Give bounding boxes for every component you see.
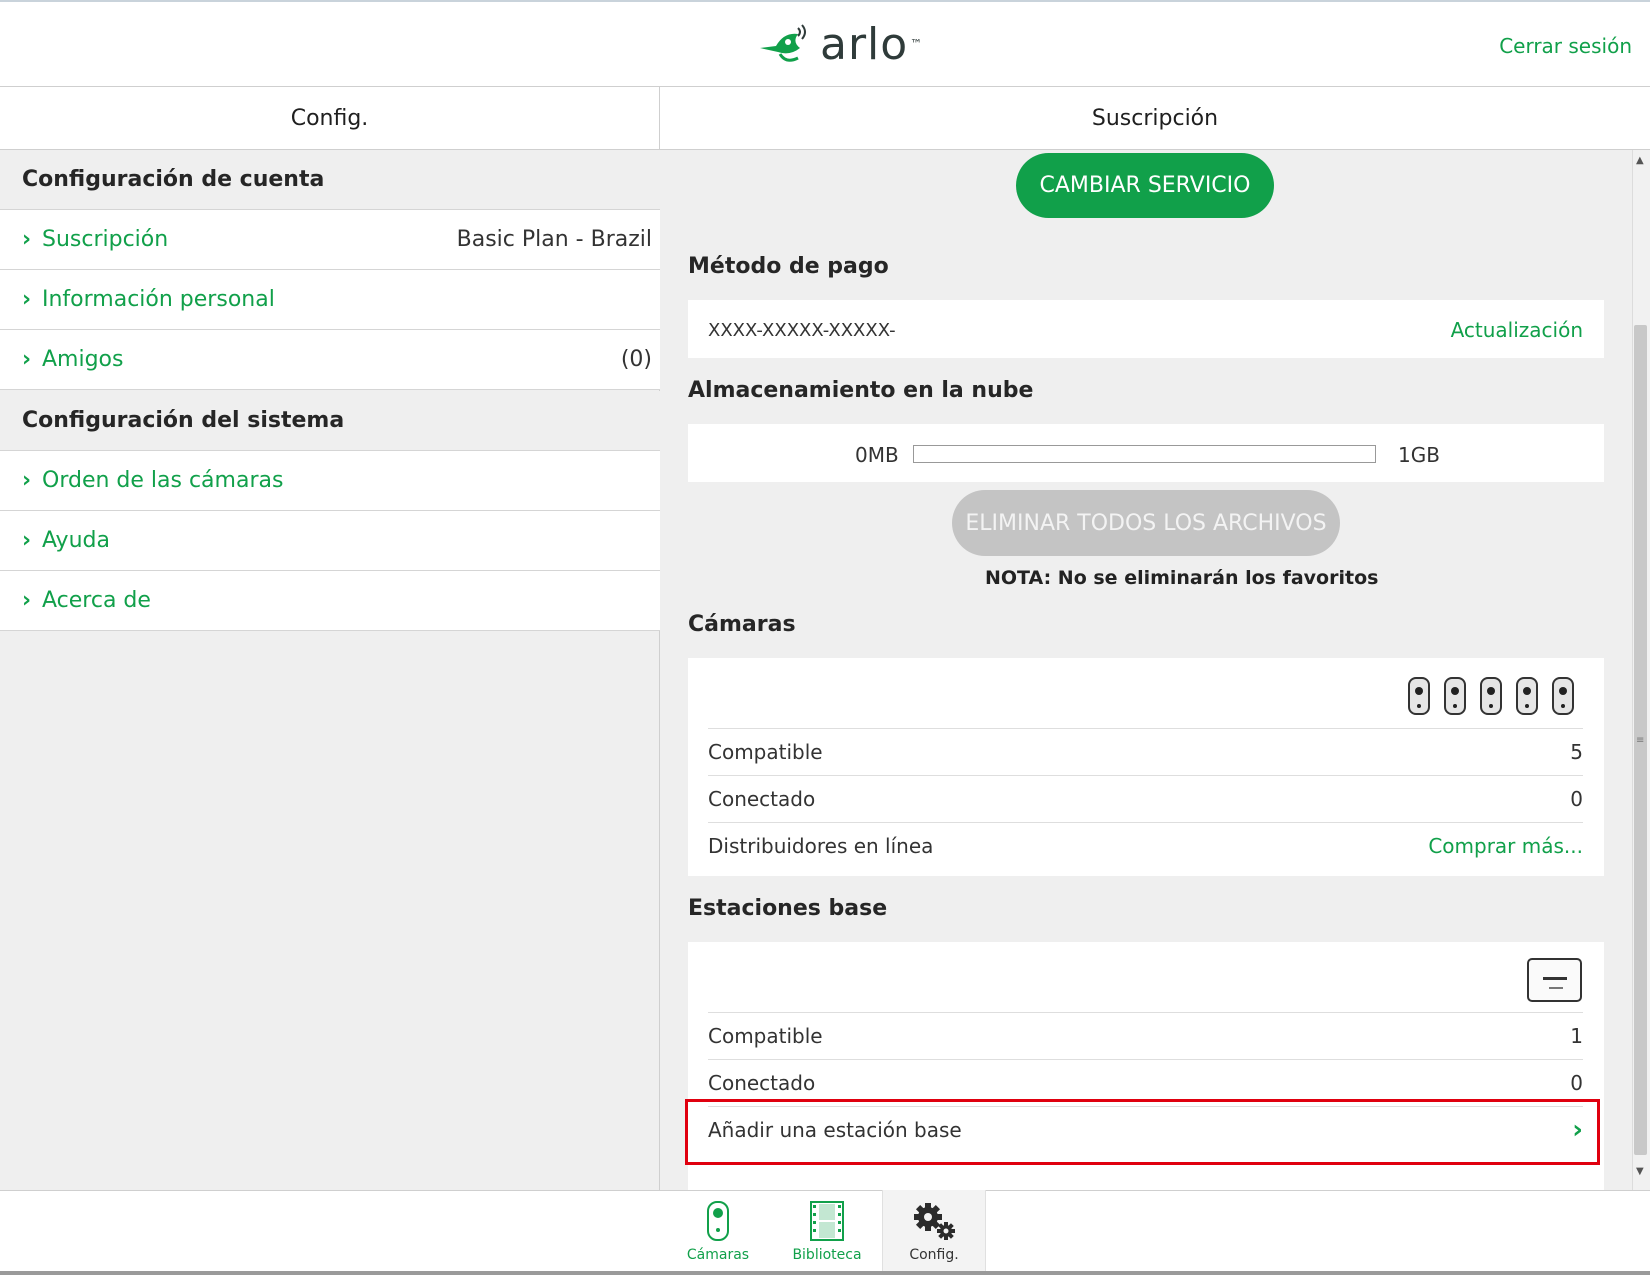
chevron-right-icon: ›	[22, 227, 32, 252]
favorites-note: NOTA: No se eliminarán los favoritos	[985, 567, 1379, 589]
change-service-button[interactable]: CAMBIAR SERVICIO	[1016, 153, 1274, 218]
gears-icon	[914, 1203, 955, 1240]
logo-wordmark: arlo	[820, 18, 909, 70]
scroll-down-arrow-icon[interactable]: ▼	[1636, 1166, 1644, 1177]
film-icon	[810, 1201, 844, 1241]
row-label: Compatible	[708, 740, 823, 764]
highlight-box	[685, 1099, 1600, 1165]
camera-icon	[1444, 677, 1466, 715]
system-settings-heading: Configuración del sistema	[0, 391, 660, 451]
subscription-plan-value: Basic Plan - Brazil	[456, 227, 652, 252]
base-station-icon	[1527, 958, 1582, 1002]
tab-label: Config.	[909, 1247, 959, 1263]
storage-usage-bar	[913, 445, 1376, 463]
delete-all-files-button[interactable]: ELIMINAR TODOS LOS ARCHIVOS	[952, 490, 1340, 556]
cameras-retailers-row: Distribuidores en línea Comprar más...	[708, 822, 1583, 869]
cameras-compatible-row: Compatible 5	[708, 728, 1583, 775]
row-value: 5	[1570, 740, 1583, 764]
subscription-column-title: Suscripción	[660, 87, 1650, 150]
camera-icon	[1552, 677, 1574, 715]
logo-trademark: ™	[910, 37, 923, 51]
friends-count: (0)	[620, 347, 652, 372]
sidebar-item-label: Orden de las cámaras	[42, 468, 284, 493]
sidebar-item-about[interactable]: › Acerca de	[0, 571, 660, 631]
cloud-storage-title: Almacenamiento en la nube	[688, 378, 1034, 403]
settings-sidebar: Configuración de cuenta › Suscripción Ba…	[0, 150, 660, 1190]
base-stations-title: Estaciones base	[688, 896, 888, 921]
settings-column-title: Config.	[0, 87, 660, 150]
row-label: Distribuidores en línea	[708, 834, 934, 858]
arlo-logo: arlo ™	[758, 18, 922, 70]
storage-max-label: 1GB	[1398, 443, 1440, 467]
tab-config[interactable]: Config.	[882, 1190, 986, 1275]
logout-link[interactable]: Cerrar sesión	[1499, 34, 1632, 58]
scroll-grip-icon: ≡	[1636, 735, 1645, 746]
bottom-border	[0, 1271, 1650, 1275]
storage-min-label: 0MB	[855, 443, 899, 467]
card-number: XXXX-XXXXX-XXXXX-	[708, 320, 896, 341]
chevron-right-icon: ›	[22, 468, 32, 493]
cameras-title: Cámaras	[688, 612, 796, 637]
account-settings-heading: Configuración de cuenta	[0, 150, 660, 210]
sidebar-item-personal-info[interactable]: › Información personal	[0, 270, 660, 330]
payment-method-title: Método de pago	[688, 254, 889, 279]
camera-icon	[1516, 677, 1538, 715]
chevron-right-icon: ›	[22, 347, 32, 372]
sidebar-item-help[interactable]: › Ayuda	[0, 511, 660, 571]
chevron-right-icon: ›	[22, 588, 32, 613]
sidebar-item-subscription[interactable]: › Suscripción Basic Plan - Brazil	[0, 210, 660, 270]
hummingbird-icon	[760, 24, 806, 62]
sidebar-item-label: Suscripción	[42, 227, 169, 252]
camera-icon	[707, 1201, 729, 1241]
sidebar-item-label: Acerca de	[42, 588, 151, 613]
row-value: 1	[1570, 1024, 1583, 1048]
row-value: 0	[1570, 787, 1583, 811]
buy-more-link[interactable]: Comprar más...	[1428, 834, 1583, 858]
sidebar-item-label: Ayuda	[42, 528, 110, 553]
tab-cameras[interactable]: Cámaras	[666, 1190, 770, 1275]
chevron-right-icon: ›	[22, 528, 32, 553]
base-compatible-row: Compatible 1	[708, 1012, 1583, 1059]
sidebar-item-camera-order[interactable]: › Orden de las cámaras	[0, 451, 660, 511]
row-label: Conectado	[708, 787, 816, 811]
update-payment-link[interactable]: Actualización	[1451, 318, 1583, 342]
camera-icon	[1408, 677, 1430, 715]
row-label: Conectado	[708, 1071, 816, 1095]
sidebar-item-label: Amigos	[42, 347, 124, 372]
cameras-connected-row: Conectado 0	[708, 775, 1583, 822]
sidebar-item-label: Información personal	[42, 287, 275, 312]
scroll-up-arrow-icon[interactable]: ▲	[1636, 155, 1644, 166]
chevron-right-icon: ›	[22, 287, 32, 312]
tab-label: Cámaras	[686, 1247, 750, 1263]
sidebar-item-friends[interactable]: › Amigos (0)	[0, 330, 660, 390]
tab-library[interactable]: Biblioteca	[775, 1190, 879, 1275]
row-value: 0	[1570, 1071, 1583, 1095]
tab-label: Biblioteca	[792, 1247, 862, 1263]
camera-icon	[1480, 677, 1502, 715]
row-label: Compatible	[708, 1024, 823, 1048]
